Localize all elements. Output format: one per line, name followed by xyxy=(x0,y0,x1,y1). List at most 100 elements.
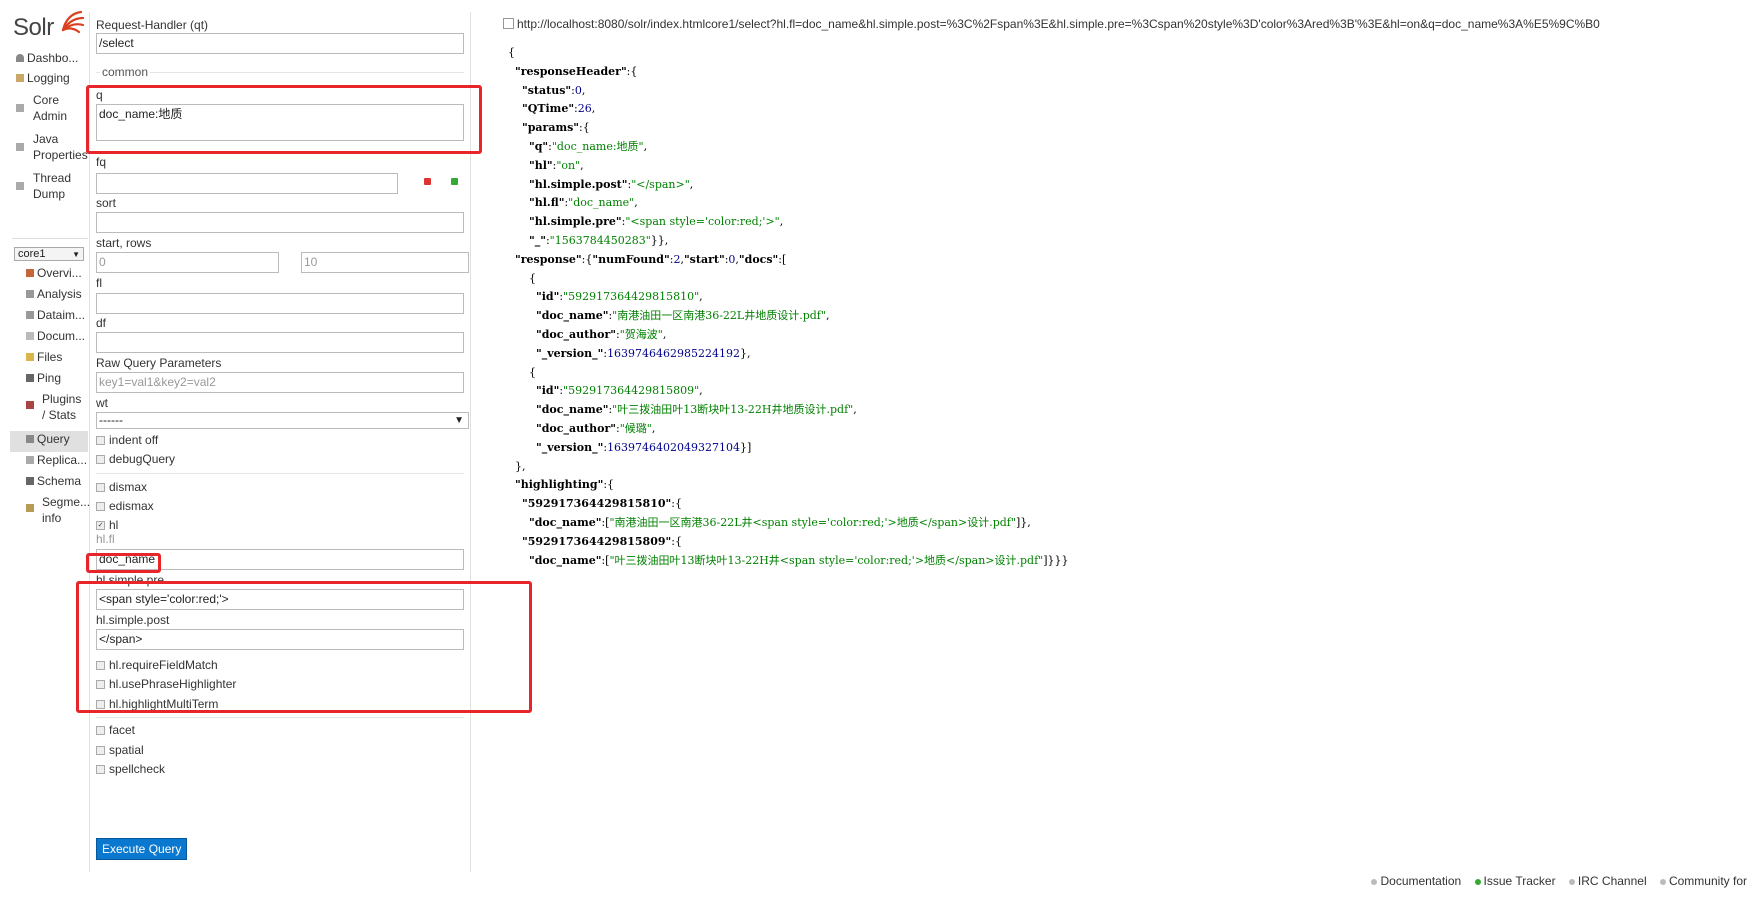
community-icon xyxy=(1659,879,1666,885)
facet-checkbox[interactable]: facet xyxy=(96,723,135,737)
nav-core-admin[interactable]: Core Admin xyxy=(10,92,88,131)
footer-documentation-link[interactable]: Documentation xyxy=(1371,874,1461,888)
nav-schema[interactable]: Schema xyxy=(10,473,88,494)
json-line: { xyxy=(508,365,536,379)
checkbox-box xyxy=(96,454,105,464)
wt-label: wt xyxy=(96,396,108,410)
nav-thread-dump[interactable]: Thread Dump xyxy=(10,170,88,210)
wt-select[interactable]: ------ ▼ xyxy=(96,412,469,429)
overview-icon xyxy=(26,269,34,277)
json-line: { xyxy=(508,271,536,285)
nav-replication[interactable]: Replica... xyxy=(10,452,88,473)
json-line: "doc_author":"贺海波", xyxy=(535,327,667,341)
nav-documents[interactable]: Docum... xyxy=(10,328,88,349)
plugins-icon xyxy=(26,401,34,409)
spatial-checkbox[interactable]: spatial xyxy=(96,743,144,757)
json-line: "doc_author":"候璐", xyxy=(535,421,656,435)
logo-text: Solr xyxy=(13,14,54,41)
nav-dashboard[interactable]: Dashbo... xyxy=(10,50,88,70)
solr-sun-icon xyxy=(61,10,85,34)
json-line: "id":"592917364429815810", xyxy=(535,290,703,304)
json-line: "doc_name":"叶三拨油田叶13断块叶13-22H井地质设计.pdf", xyxy=(535,403,857,417)
remove-fq-icon[interactable] xyxy=(424,178,431,185)
fl-label: fl xyxy=(96,276,102,290)
checkbox-box xyxy=(96,482,105,492)
nav-java-properties[interactable]: Java Properties xyxy=(10,131,88,170)
start-rows-label: start, rows xyxy=(96,236,152,250)
nav-dataimport[interactable]: Dataim... xyxy=(10,307,88,328)
json-line: "highlighting":{ xyxy=(515,478,615,492)
replication-icon xyxy=(26,456,34,464)
request-handler-label: Request-Handler (qt) xyxy=(96,18,209,32)
checkmark-icon: ✓ xyxy=(96,520,105,530)
hl-fl-label: hl.fl xyxy=(96,532,115,546)
nav-analysis[interactable]: Analysis xyxy=(10,286,88,307)
json-line: { xyxy=(508,46,515,59)
edismax-checkbox[interactable]: edismax xyxy=(96,499,154,513)
add-fq-icon[interactable] xyxy=(451,178,458,185)
indent-checkbox[interactable]: indent off xyxy=(96,433,158,447)
fq-input[interactable] xyxy=(96,173,398,194)
annotation-box-q xyxy=(86,85,482,154)
dashboard-icon xyxy=(16,54,24,62)
thread-icon xyxy=(16,182,24,190)
annotation-box-hl xyxy=(86,553,161,573)
nav-files[interactable]: Files xyxy=(10,349,88,370)
execute-query-button[interactable]: Execute Query xyxy=(96,838,188,860)
debugquery-checkbox[interactable]: debugQuery xyxy=(96,452,175,466)
json-line: "QTime":26, xyxy=(522,102,596,116)
nav-plugins-stats[interactable]: Plugins / Stats xyxy=(10,391,88,431)
json-response: { "responseHeader":{ "status":0, "QTime"… xyxy=(508,44,1069,570)
dataimport-icon xyxy=(26,311,34,319)
footer-links: Documentation Issue Tracker IRC Channel … xyxy=(1361,874,1747,888)
hl-checkbox[interactable]: ✓ hl xyxy=(96,518,118,532)
nav-segments-info[interactable]: Segme... info xyxy=(10,494,90,534)
raw-params-label: Raw Query Parameters xyxy=(96,356,222,370)
common-legend: common xyxy=(100,65,151,79)
checkbox-box xyxy=(96,725,105,735)
raw-params-input[interactable]: key1=val1&key2=val2 xyxy=(96,372,464,393)
checkbox-box xyxy=(96,764,105,774)
json-line: "592917364429815809":{ xyxy=(522,534,682,548)
json-line: "hl":"on", xyxy=(528,158,584,172)
checkbox-box xyxy=(96,501,105,511)
java-icon xyxy=(16,143,24,151)
dismax-checkbox[interactable]: dismax xyxy=(96,480,147,494)
df-input[interactable] xyxy=(96,332,464,353)
logging-icon xyxy=(16,74,24,82)
core-admin-icon xyxy=(16,104,24,112)
rows-input[interactable]: 10 xyxy=(301,252,469,273)
json-line: "hl.simple.pre":"<span style='color:red;… xyxy=(528,215,784,229)
irc-icon xyxy=(1568,879,1575,885)
query-url-link[interactable]: http://localhost:8080/solr/index.htmlcor… xyxy=(503,17,1747,35)
sort-input[interactable] xyxy=(96,212,464,233)
segments-icon xyxy=(26,504,34,512)
schema-icon xyxy=(26,477,34,485)
divider xyxy=(96,717,464,718)
footer-issue-tracker-link[interactable]: Issue Tracker xyxy=(1474,874,1556,888)
nav-ping[interactable]: Ping xyxy=(10,370,88,391)
footer-irc-link[interactable]: IRC Channel xyxy=(1568,874,1647,888)
start-input[interactable]: 0 xyxy=(96,252,279,273)
json-line: "doc_name":["叶三拨油田叶13断块叶13-22H井<span sty… xyxy=(528,553,1069,567)
fq-label: fq xyxy=(96,155,107,169)
core-selector[interactable]: core1 ▼ xyxy=(14,247,84,261)
annotation-box-hl-params xyxy=(76,581,532,713)
documents-icon xyxy=(26,332,34,340)
nav-overview[interactable]: Overvi... xyxy=(10,265,88,286)
fl-input[interactable] xyxy=(96,293,464,314)
files-icon xyxy=(26,353,34,361)
link-icon xyxy=(503,18,514,29)
nav-logging[interactable]: Logging xyxy=(10,70,88,92)
json-line: "params":{ xyxy=(522,121,590,135)
request-handler-input[interactable]: /select xyxy=(96,33,464,54)
nav-query[interactable]: Query xyxy=(10,431,88,452)
query-icon xyxy=(26,435,34,443)
footer-community-link[interactable]: Community for xyxy=(1659,874,1747,888)
json-line: "id":"592917364429815809", xyxy=(535,384,703,398)
analysis-icon xyxy=(26,290,34,298)
spellcheck-checkbox[interactable]: spellcheck xyxy=(96,762,165,776)
chevron-down-icon: ▼ xyxy=(72,250,80,259)
ping-icon xyxy=(26,374,34,382)
checkbox-box xyxy=(96,435,105,445)
